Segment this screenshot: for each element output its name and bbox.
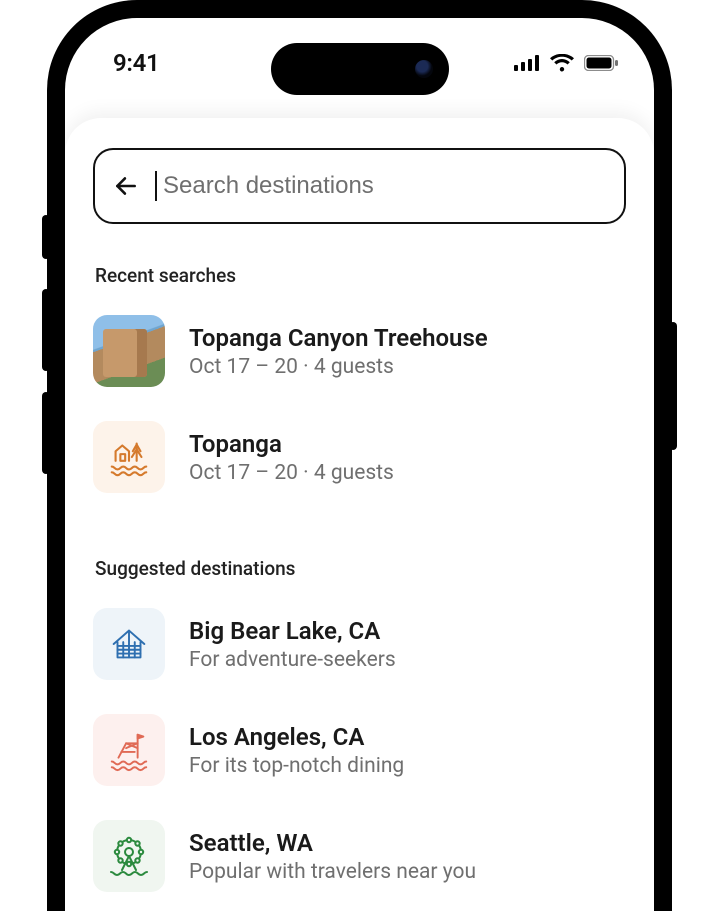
item-subtitle: For its top-notch dining [189,754,404,778]
device-frame: 9:41 [47,0,672,911]
search-panel: Recent searches Topanga Canyon Treehouse… [65,118,654,911]
suggested-destinations-heading: Suggested destinations [95,557,626,580]
listing-photo-thumbnail [93,315,165,387]
wifi-icon [550,54,574,72]
item-title: Topanga Canyon Treehouse [189,323,488,353]
screen: 9:41 [65,18,654,911]
suggested-destination-item[interactable]: Big Bear Lake, CA For adventure-seekers [93,598,626,704]
ferris-wheel-icon [93,820,165,892]
item-title: Los Angeles, CA [189,722,404,752]
recent-searches-heading: Recent searches [95,264,626,287]
text-cursor [155,171,157,201]
item-subtitle: For adventure-seekers [189,648,396,672]
suggested-destination-item[interactable]: Los Angeles, CA For its top-notch dining [93,704,626,810]
front-camera [415,60,433,78]
item-subtitle: Oct 17 – 20 · 4 guests [189,355,488,379]
item-title: Seattle, WA [189,828,476,858]
status-time: 9:41 [113,49,159,77]
recent-search-item[interactable]: Topanga Canyon Treehouse Oct 17 – 20 · 4… [93,305,626,411]
lifeguard-icon [93,714,165,786]
cellular-signal-icon [514,55,540,71]
item-subtitle: Popular with travelers near you [189,860,476,884]
item-title: Topanga [189,429,394,459]
suggested-destination-item[interactable]: Seattle, WA Popular with travelers near … [93,810,626,911]
item-title: Big Bear Lake, CA [189,616,396,646]
search-input[interactable] [163,172,606,200]
lake-icon [93,421,165,493]
item-subtitle: Oct 17 – 20 · 4 guests [189,461,394,485]
search-bar[interactable] [93,148,626,224]
cabin-icon [93,608,165,680]
back-arrow-icon[interactable] [113,173,139,199]
recent-search-item[interactable]: Topanga Oct 17 – 20 · 4 guests [93,411,626,517]
dynamic-island [271,43,449,95]
battery-icon [584,55,618,71]
status-indicators [514,54,618,72]
